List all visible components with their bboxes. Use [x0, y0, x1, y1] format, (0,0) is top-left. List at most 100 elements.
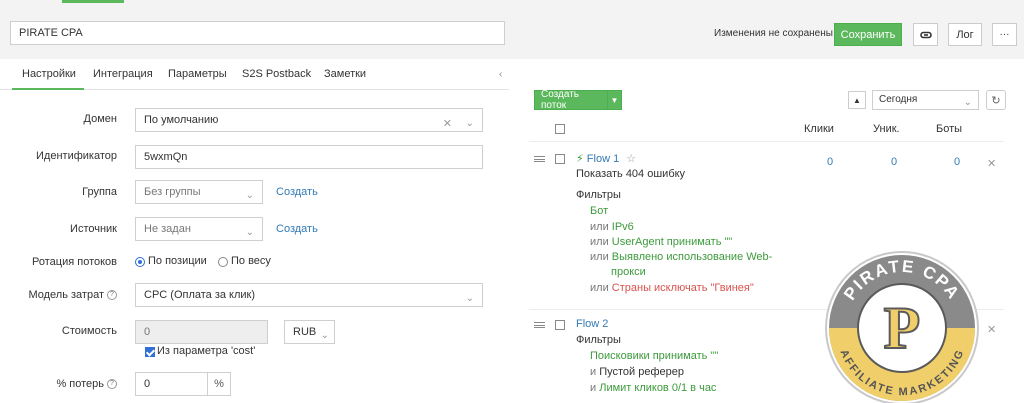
rotation-weight-label: По весу [231, 255, 271, 267]
star-icon[interactable]: ☆ [626, 153, 636, 165]
create-flow-button[interactable]: Создать поток ▼ [534, 89, 622, 111]
from-param-checkbox[interactable] [145, 347, 155, 357]
identifier-input[interactable]: 5wxmQn [135, 145, 483, 169]
column-bots[interactable]: Боты [936, 123, 962, 135]
clear-icon[interactable]: ✕ [443, 113, 452, 135]
flow-1-filter-3: или Выявлено использование Web- [590, 250, 772, 265]
top-tab-indicator [62, 0, 124, 3]
loss-label: % потерь? [56, 378, 117, 390]
column-unique[interactable]: Уник. [873, 123, 900, 135]
refresh-button[interactable]: ↻ [986, 90, 1006, 110]
loss-input[interactable]: 0 [135, 372, 208, 396]
more-button[interactable]: ··· [992, 23, 1017, 46]
loss-unit: % [207, 372, 231, 396]
chevron-down-icon: ⌄ [963, 97, 972, 108]
cost-model-value: CPC (Оплата за клик) [144, 289, 256, 301]
rotation-label: Ротация потоков [32, 256, 117, 268]
flow-1-clicks[interactable]: 0 [827, 156, 833, 168]
triangle-up-icon: ▲ [853, 95, 861, 105]
filter-conjunction: и [590, 382, 597, 394]
delete-flow-icon[interactable]: ✕ [987, 323, 996, 336]
tab-settings[interactable]: Настройки [22, 68, 76, 80]
flow-1-filter-5: или Страны исключать "Гвинея" [590, 281, 754, 296]
unsaved-status: Изменения не сохранены [714, 28, 833, 39]
chevron-down-icon: ⌄ [320, 330, 329, 341]
filter-conjunction: или [590, 251, 609, 263]
select-all-checkbox[interactable] [555, 124, 565, 134]
save-button[interactable]: Сохранить [834, 23, 902, 46]
from-param-label: Из параметра 'cost' [157, 345, 256, 357]
source-create-link[interactable]: Создать [276, 223, 318, 235]
rotation-position-radio[interactable] [135, 257, 145, 267]
create-flow-label: Создать поток [541, 89, 580, 111]
rotation-position-label: По позиции [148, 255, 207, 267]
collapse-arrow-icon[interactable]: ‹ [499, 69, 502, 80]
tab-integration[interactable]: Интеграция [93, 68, 153, 80]
cost-input[interactable]: 0 [135, 320, 268, 344]
cost-model-label: Модель затрат? [28, 289, 117, 301]
link-button[interactable] [913, 23, 938, 46]
active-tab-indicator [12, 88, 84, 90]
filter-conjunction: или [590, 221, 609, 233]
currency-select[interactable]: RUB ⌄ [284, 320, 335, 344]
flow-2-filter-0: Поисковики принимать "" [590, 350, 719, 362]
flow-1-unique[interactable]: 0 [891, 156, 897, 168]
flow-2-filter-1: и Пустой реферер [590, 365, 684, 380]
cost-label: Стоимость [61, 325, 117, 337]
cost-model-label-text: Модель затрат [28, 289, 104, 301]
column-clicks[interactable]: Клики [804, 123, 834, 135]
flow-1-bots[interactable]: 0 [954, 156, 960, 168]
cost-model-select[interactable]: CPC (Оплата за клик) ⌄ [135, 283, 483, 307]
drag-handle-icon[interactable] [534, 156, 545, 162]
pirate-cpa-logo-watermark: PIRATE CPA AFFILIATE MARKETING P [825, 251, 979, 403]
filter-conjunction: и [590, 366, 597, 378]
chevron-down-icon: ⌄ [465, 293, 474, 304]
domain-value: По умолчанию [144, 114, 219, 126]
chevron-down-icon: ⌄ [245, 190, 254, 201]
flow-1-filter-2: или UserAgent принимать "" [590, 235, 732, 250]
source-label: Источник [70, 223, 117, 235]
flow-checkbox[interactable] [555, 154, 565, 164]
drag-handle-icon[interactable] [534, 322, 545, 328]
filter-text: Выявлено использование Web- [611, 251, 773, 263]
flow-2-name[interactable]: Flow 2 [576, 318, 608, 330]
flow-1-name[interactable]: ⚡︎ Flow 1 ☆ [576, 152, 636, 165]
sort-up-button[interactable]: ▲ [848, 91, 866, 109]
tab-parameters[interactable]: Параметры [168, 68, 227, 80]
source-select[interactable]: Не задан ⌄ [135, 217, 263, 241]
rotation-weight-radio[interactable] [218, 257, 228, 267]
flow-1-filter-0: Бот [590, 205, 609, 217]
settings-tabs: Настройки Интеграция Параметры S2S Postb… [0, 59, 509, 90]
caret-down-icon[interactable]: ▼ [607, 91, 621, 109]
help-icon[interactable]: ? [107, 379, 117, 390]
flow-1-filter-1: или IPv6 [590, 220, 634, 235]
log-button[interactable]: Лог [948, 23, 982, 46]
refresh-icon: ↻ [991, 94, 1001, 107]
flow-1-name-text: Flow 1 [586, 153, 620, 165]
delete-flow-icon[interactable]: ✕ [987, 157, 996, 170]
tab-notes[interactable]: Заметки [324, 68, 366, 80]
campaign-name-input[interactable]: PIRATE CPA [10, 21, 505, 45]
link-icon [919, 31, 932, 38]
period-value: Сегодня [879, 94, 918, 105]
domain-select[interactable]: По умолчанию ✕ ⌄ [135, 108, 483, 132]
filter-conjunction: или [590, 282, 609, 294]
currency-value: RUB [293, 326, 317, 338]
flow-checkbox[interactable] [555, 320, 565, 330]
bolt-icon: ⚡︎ [576, 153, 584, 165]
identifier-label: Идентификатор [36, 150, 117, 162]
flow-2-filter-2: и Лимит кликов 0/1 в час [590, 381, 716, 396]
chevron-down-icon: ⌄ [465, 118, 474, 129]
filter-text: Лимит кликов 0/1 в час [599, 382, 717, 394]
tab-s2s-postback[interactable]: S2S Postback [242, 68, 311, 80]
flow-2-filters-title: Фильтры [576, 334, 621, 346]
top-bar: PIRATE CPA Изменения не сохранены Сохран… [0, 0, 1024, 58]
period-select[interactable]: Сегодня ⌄ [872, 90, 979, 110]
logo-letter: P [884, 295, 921, 361]
filter-text: UserAgent принимать "" [611, 236, 733, 248]
group-create-link[interactable]: Создать [276, 186, 318, 198]
filter-text: IPv6 [611, 221, 634, 233]
help-icon[interactable]: ? [107, 290, 117, 301]
filter-conjunction: или [590, 236, 609, 248]
group-select[interactable]: Без группы ⌄ [135, 180, 263, 204]
